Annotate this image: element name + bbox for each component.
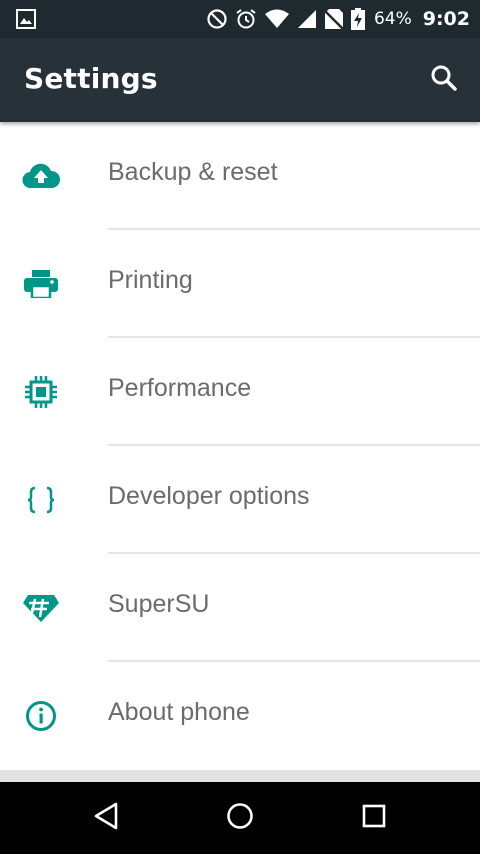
wifi-icon [264,9,290,29]
recents-icon [360,802,388,834]
search-button[interactable] [426,62,462,98]
navigation-bar [0,782,480,854]
info-icon [22,699,60,733]
settings-item-printing[interactable]: Printing [0,230,480,338]
recents-button[interactable] [354,800,394,836]
cloud-upload-icon [22,159,60,193]
back-button[interactable] [86,800,126,836]
settings-item-label: Backup & reset [108,158,278,186]
settings-item-label: Performance [108,374,252,402]
list-bottom-shadow [0,770,480,782]
settings-item-label: Developer options [108,482,310,510]
printer-icon [22,267,60,301]
do-not-disturb-icon [206,8,228,30]
code-braces-icon [22,483,60,517]
status-bar: 64% 9:02 [0,0,480,38]
home-icon [225,801,255,835]
chip-icon [22,375,60,409]
settings-item-developer-options[interactable]: Developer options [0,446,480,554]
battery-percent: 64% [373,9,412,29]
status-clock: 9:02 [422,8,470,30]
app-bar: Settings [0,38,480,122]
supersu-icon [22,591,60,625]
settings-item-label: Printing [108,266,193,294]
settings-item-label: About phone [108,698,250,726]
settings-screen: 64% 9:02 Settings Backup & reset Printin… [0,0,480,854]
cell-signal-icon [297,9,317,29]
alarm-icon [235,8,257,30]
image-notification-icon [16,9,36,29]
battery-charging-icon [350,8,365,30]
settings-list: Backup & reset Printing Performance Deve… [0,122,480,770]
settings-item-backup-reset[interactable]: Backup & reset [0,122,480,230]
back-icon [92,801,120,835]
home-button[interactable] [220,800,260,836]
settings-item-label: SuperSU [108,590,210,618]
no-sim-icon [324,8,344,30]
search-icon [430,64,458,96]
settings-item-performance[interactable]: Performance [0,338,480,446]
settings-item-about-phone[interactable]: About phone [0,662,480,770]
settings-item-supersu[interactable]: SuperSU [0,554,480,662]
page-title: Settings [24,62,158,95]
